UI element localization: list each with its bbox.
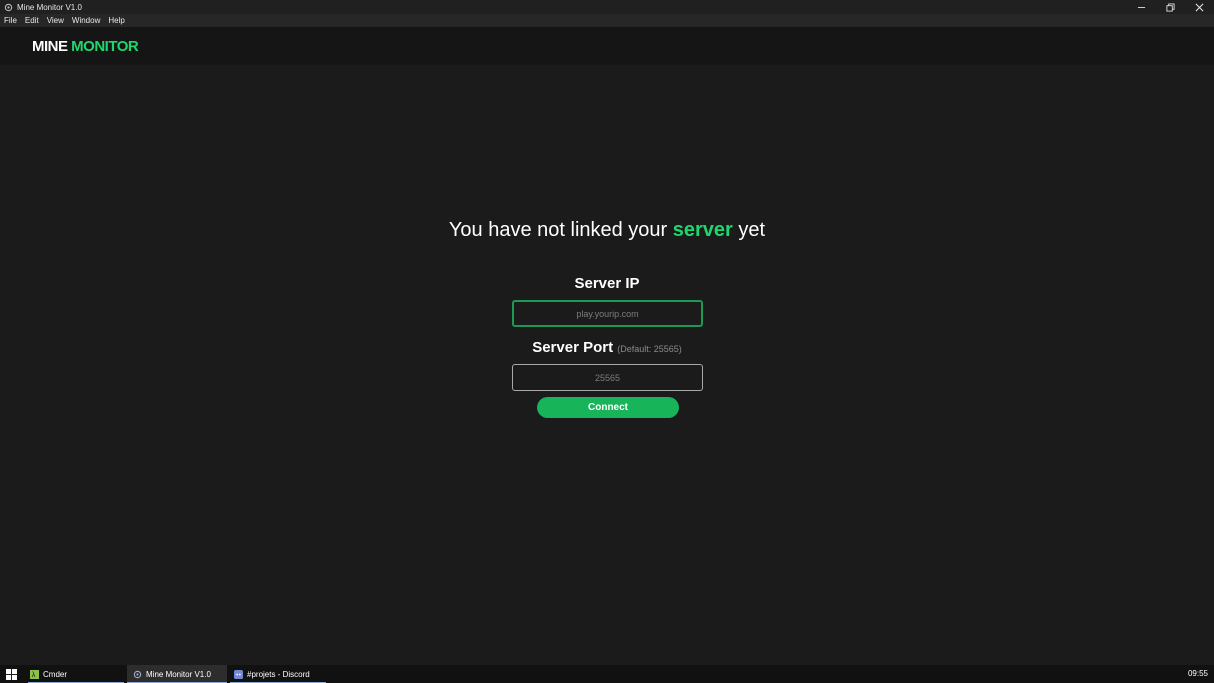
taskbar-item-mine-monitor[interactable]: Mine Monitor V1.0 [127, 665, 227, 683]
server-ip-label: Server IP [574, 275, 640, 292]
logo-monitor: MONITOR [71, 38, 139, 55]
app-icon [3, 2, 13, 12]
close-button[interactable] [1185, 0, 1214, 14]
server-port-label: Server Port [532, 339, 614, 356]
server-port-hint: (Default: 25565) [617, 344, 682, 354]
mine-monitor-icon [133, 670, 142, 679]
menu-view[interactable]: View [43, 16, 68, 25]
restore-button[interactable] [1156, 0, 1185, 14]
cmder-icon: λ [30, 669, 39, 679]
discord-icon [234, 669, 243, 679]
title-bar: Mine Monitor V1.0 [0, 0, 1214, 14]
headline-accent: server [672, 219, 733, 241]
windows-start-button[interactable] [5, 668, 17, 680]
server-ip-input[interactable] [512, 300, 703, 327]
taskbar-item-cmder[interactable]: λ Cmder [28, 665, 124, 683]
svg-text:λ: λ [32, 670, 36, 679]
taskbar: λ Cmder Mine Monitor V1.0 #projets - Dis… [0, 665, 1214, 683]
window-title: Mine Monitor V1.0 [17, 2, 82, 12]
taskbar-item-discord[interactable]: #projets - Discord [230, 665, 326, 683]
maximize-icon [1166, 2, 1175, 12]
server-port-label-row: Server Port (Default: 25565) [0, 339, 1214, 356]
menu-file[interactable]: File [0, 16, 21, 25]
taskbar-label-cmder: Cmder [43, 669, 68, 679]
menu-window[interactable]: Window [68, 16, 104, 25]
windows-start-icon [5, 668, 17, 680]
close-icon [1195, 3, 1204, 11]
taskbar-label-mine-monitor: Mine Monitor V1.0 [146, 669, 211, 679]
headline-post: yet [738, 219, 766, 241]
connect-button[interactable]: Connect [537, 397, 679, 418]
headline-pre: You have not linked your [448, 219, 668, 241]
logo: MINE MONITOR [32, 38, 139, 55]
app-header: MINE MONITOR [0, 27, 1214, 65]
minimize-button[interactable] [1127, 0, 1156, 14]
taskbar-clock[interactable]: 09:55 [1188, 669, 1208, 678]
logo-mine: MINE [32, 38, 68, 55]
server-port-input[interactable] [512, 364, 703, 391]
menu-edit[interactable]: Edit [21, 16, 43, 25]
menu-bar: File Edit View Window Help [0, 14, 1214, 27]
taskbar-label-discord: #projets - Discord [247, 669, 310, 679]
page-headline: You have not linked your server yet [0, 219, 1214, 242]
minimize-icon [1137, 6, 1146, 8]
menu-help[interactable]: Help [104, 16, 128, 25]
